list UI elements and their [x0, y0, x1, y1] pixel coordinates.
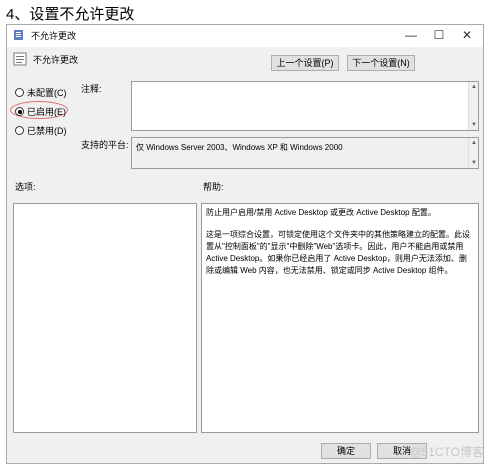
options-panel	[13, 203, 197, 433]
radio-disabled-label: 已禁用(D)	[27, 126, 67, 136]
scroll-down-icon[interactable]: ▼	[470, 121, 478, 129]
policy-dialog: 不允许更改 — ☐ ✕ 不允许更改 上一个设置(P) 下一个设置(N) 未配置(…	[6, 24, 484, 464]
platform-label: 支持的平台:	[81, 140, 129, 150]
radio-not-configured[interactable]: 未配置(C)	[15, 86, 67, 99]
comment-scrollbar[interactable]: ▲ ▼	[468, 82, 478, 130]
radio-enabled-label: 已启用(E)	[27, 107, 66, 117]
radio-not-configured-label: 未配置(C)	[27, 88, 67, 98]
next-setting-button[interactable]: 下一个设置(N)	[347, 55, 415, 71]
radio-enabled-indicator[interactable]	[15, 107, 24, 116]
window-title: 不允许更改	[31, 31, 77, 41]
radio-enabled[interactable]: 已启用(E)	[15, 105, 66, 118]
radio-disabled[interactable]: 已禁用(D)	[15, 124, 67, 137]
help-panel: 防止用户启用/禁用 Active Desktop 或更改 Active Desk…	[201, 203, 479, 433]
policy-name: 不允许更改	[33, 55, 79, 65]
platform-value: 仅 Windows Server 2003、Windows XP 和 Windo…	[136, 143, 343, 152]
comment-label: 注释:	[81, 84, 102, 94]
policy-setting-icon	[13, 52, 27, 66]
radio-not-configured-indicator[interactable]	[15, 88, 24, 97]
title-bar: 不允许更改 — ☐ ✕	[7, 25, 483, 47]
help-label: 帮助:	[203, 182, 224, 192]
platform-field: 仅 Windows Server 2003、Windows XP 和 Windo…	[131, 137, 479, 169]
scroll-up-icon[interactable]: ▲	[470, 139, 478, 147]
help-paragraph-2: 这是一项综合设置，可锁定使用这个文件夹中的其他策略建立的配置。此设置从"控制面板…	[206, 230, 470, 275]
minimize-button[interactable]: —	[399, 26, 423, 44]
close-button[interactable]: ✕	[455, 26, 479, 44]
scroll-up-icon[interactable]: ▲	[470, 83, 478, 91]
ok-button[interactable]: 确定	[321, 443, 371, 459]
comment-textarea[interactable]: ▲ ▼	[131, 81, 479, 131]
scroll-down-icon[interactable]: ▼	[470, 159, 478, 167]
platform-scrollbar[interactable]: ▲ ▼	[468, 138, 478, 168]
options-label: 选项:	[15, 182, 36, 192]
maximize-button[interactable]: ☐	[427, 26, 451, 44]
watermark: @51CTO博客	[409, 445, 484, 459]
step-title: 4、设置不允许更改	[6, 6, 135, 23]
previous-setting-button[interactable]: 上一个设置(P)	[271, 55, 339, 71]
help-paragraph-1: 防止用户启用/禁用 Active Desktop 或更改 Active Desk…	[206, 208, 436, 217]
policy-icon	[14, 30, 23, 40]
radio-disabled-indicator[interactable]	[15, 126, 24, 135]
